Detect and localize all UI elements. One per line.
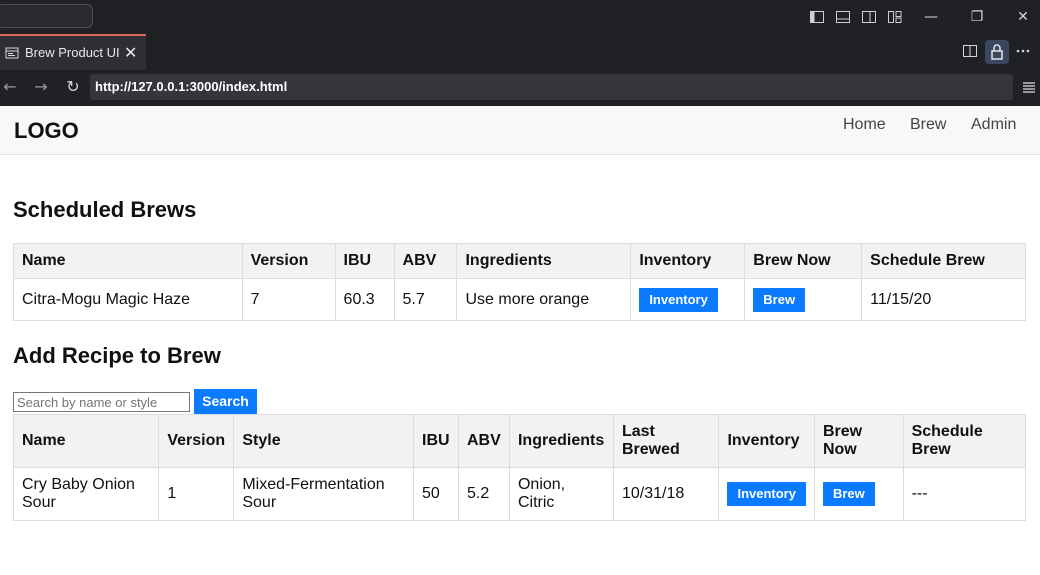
profile-search-box[interactable] — [0, 4, 93, 28]
column-header: ABV — [393, 243, 458, 279]
brew-now-cell: Brew — [744, 278, 863, 321]
lock-button[interactable] — [985, 40, 1009, 64]
schedule-date: 11/15/20 — [861, 278, 1026, 321]
nav-brew[interactable]: Brew — [910, 116, 946, 134]
inventory-cell: Inventory — [718, 467, 815, 521]
column-header: Ingredients — [508, 414, 614, 468]
column-header: Brew Now — [744, 243, 863, 279]
close-window-icon[interactable]: ✕ — [1013, 7, 1033, 27]
recipe-ibu: 50 — [413, 467, 459, 521]
tab-strip: Brew Product UI ✕ — [0, 34, 1040, 70]
menu-icon[interactable] — [1021, 79, 1037, 95]
column-header: Name — [13, 243, 243, 279]
column-header: Schedule Brew — [861, 243, 1026, 279]
browser-tab[interactable]: Brew Product UI ✕ — [0, 34, 146, 70]
page-icon — [5, 46, 19, 60]
site-header: LOGO Home Brew Admin — [0, 106, 1040, 155]
column-header: Name — [12, 414, 160, 468]
site-logo[interactable]: LOGO — [14, 118, 79, 144]
inventory-button[interactable]: Inventory — [639, 287, 718, 312]
column-header: Last Brewed — [612, 414, 720, 468]
table-row: Citra-Mogu Magic Haze 7 60.3 5.7 Use mor… — [13, 278, 1026, 321]
minimize-icon[interactable]: — — [921, 7, 941, 27]
recipe-ingredients: Onion, Citric — [508, 467, 614, 521]
url-text: http://127.0.0.1:3000/index.html — [95, 79, 288, 94]
add-recipe-heading: Add Recipe to Brew — [13, 343, 221, 368]
column-header: Ingredients — [456, 243, 632, 279]
inventory-cell: Inventory — [630, 278, 746, 321]
table-header-row: Name Version Style IBU ABV Ingredients L… — [12, 414, 1027, 468]
bottom-panel-icon[interactable] — [835, 9, 851, 25]
tab-close-icon[interactable]: ✕ — [124, 43, 137, 62]
tab-title: Brew Product UI — [25, 45, 120, 60]
forward-icon[interactable]: → — [32, 78, 50, 96]
brew-ibu: 60.3 — [334, 278, 395, 321]
table-row: Cry Baby Onion Sour 1 Mixed-Fermentation… — [12, 467, 1027, 521]
column-header: Brew Now — [813, 414, 904, 468]
nav-home[interactable]: Home — [843, 116, 886, 134]
recipe-last-brewed: 10/31/18 — [612, 467, 720, 521]
brew-ingredients: Use more orange — [456, 278, 632, 321]
column-header: Schedule Brew — [902, 414, 1027, 468]
brew-name: Citra-Mogu Magic Haze — [13, 278, 243, 321]
back-icon[interactable]: ← — [1, 78, 19, 96]
page-content: LOGO Home Brew Admin Scheduled Brews Nam… — [0, 106, 1040, 575]
browser-title-bar: — ❐ ✕ — [0, 0, 1040, 34]
sidebar-toggle-icon[interactable] — [809, 9, 825, 25]
search-input[interactable] — [13, 392, 190, 412]
recipes-table: Name Version Style IBU ABV Ingredients L… — [12, 414, 1027, 521]
split-panel-icon[interactable] — [861, 9, 877, 25]
recipe-schedule: --- — [902, 467, 1027, 521]
lock-icon — [991, 44, 1003, 60]
column-header: Version — [158, 414, 235, 468]
column-header: Version — [241, 243, 336, 279]
reload-icon[interactable]: ↻ — [64, 78, 82, 96]
split-view-icon[interactable] — [962, 43, 980, 61]
recipe-style: Mixed-Fermentation Sour — [233, 467, 415, 521]
brew-version: 7 — [241, 278, 336, 321]
scheduled-brews-table: Name Version IBU ABV Ingredients Invento… — [13, 243, 1026, 321]
column-header: Inventory — [718, 414, 815, 468]
recipe-version: 1 — [158, 467, 235, 521]
column-header: Inventory — [630, 243, 746, 279]
table-header-row: Name Version IBU ABV Ingredients Invento… — [13, 243, 1026, 279]
brew-abv: 5.7 — [393, 278, 458, 321]
column-header: ABV — [458, 414, 510, 468]
brew-button[interactable]: Brew — [753, 287, 806, 312]
recipe-name: Cry Baby Onion Sour — [12, 467, 160, 521]
restore-icon[interactable]: ❐ — [967, 7, 987, 27]
recipe-abv: 5.2 — [458, 467, 510, 521]
more-options-icon[interactable] — [1015, 43, 1033, 61]
inventory-button[interactable]: Inventory — [727, 482, 806, 506]
column-header: Style — [233, 414, 415, 468]
column-header: IBU — [334, 243, 395, 279]
scheduled-brews-heading: Scheduled Brews — [13, 197, 197, 222]
column-header: IBU — [413, 414, 459, 468]
address-bar[interactable]: http://127.0.0.1:3000/index.html — [90, 74, 1013, 100]
layout-icon[interactable] — [887, 9, 903, 25]
brew-now-cell: Brew — [813, 467, 904, 521]
browser-nav-bar: ← → ↻ http://127.0.0.1:3000/index.html — [0, 70, 1040, 106]
search-button[interactable]: Search — [194, 389, 257, 414]
nav-admin[interactable]: Admin — [971, 116, 1016, 134]
brew-button[interactable]: Brew — [822, 482, 875, 506]
